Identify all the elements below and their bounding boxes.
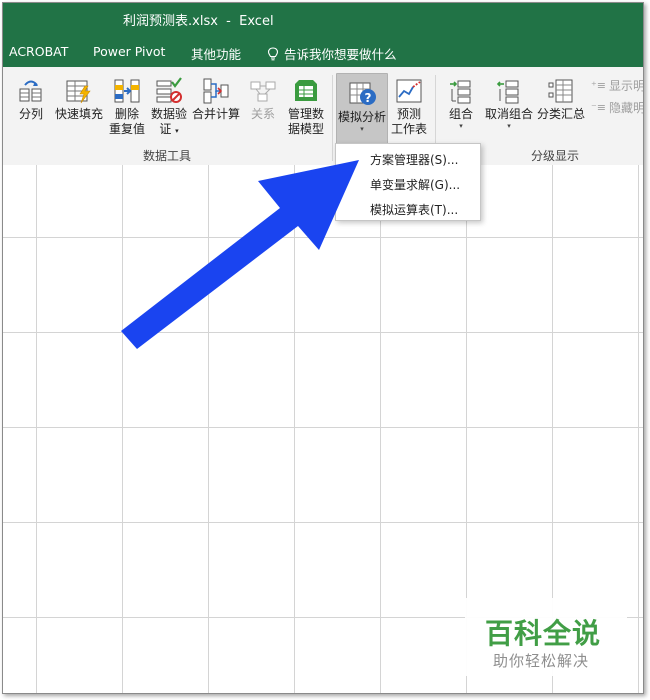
watermark-title: 百科全说 [485, 617, 602, 650]
annotation-arrow [121, 160, 359, 349]
excel-window: 利润预测表.xlsx - Excel ACROBAT Power Pivot 其… [2, 2, 644, 694]
watermark: 百科全说 助你轻松解决 [465, 598, 627, 676]
watermark-subtitle: 助你轻松解决 [493, 652, 590, 670]
